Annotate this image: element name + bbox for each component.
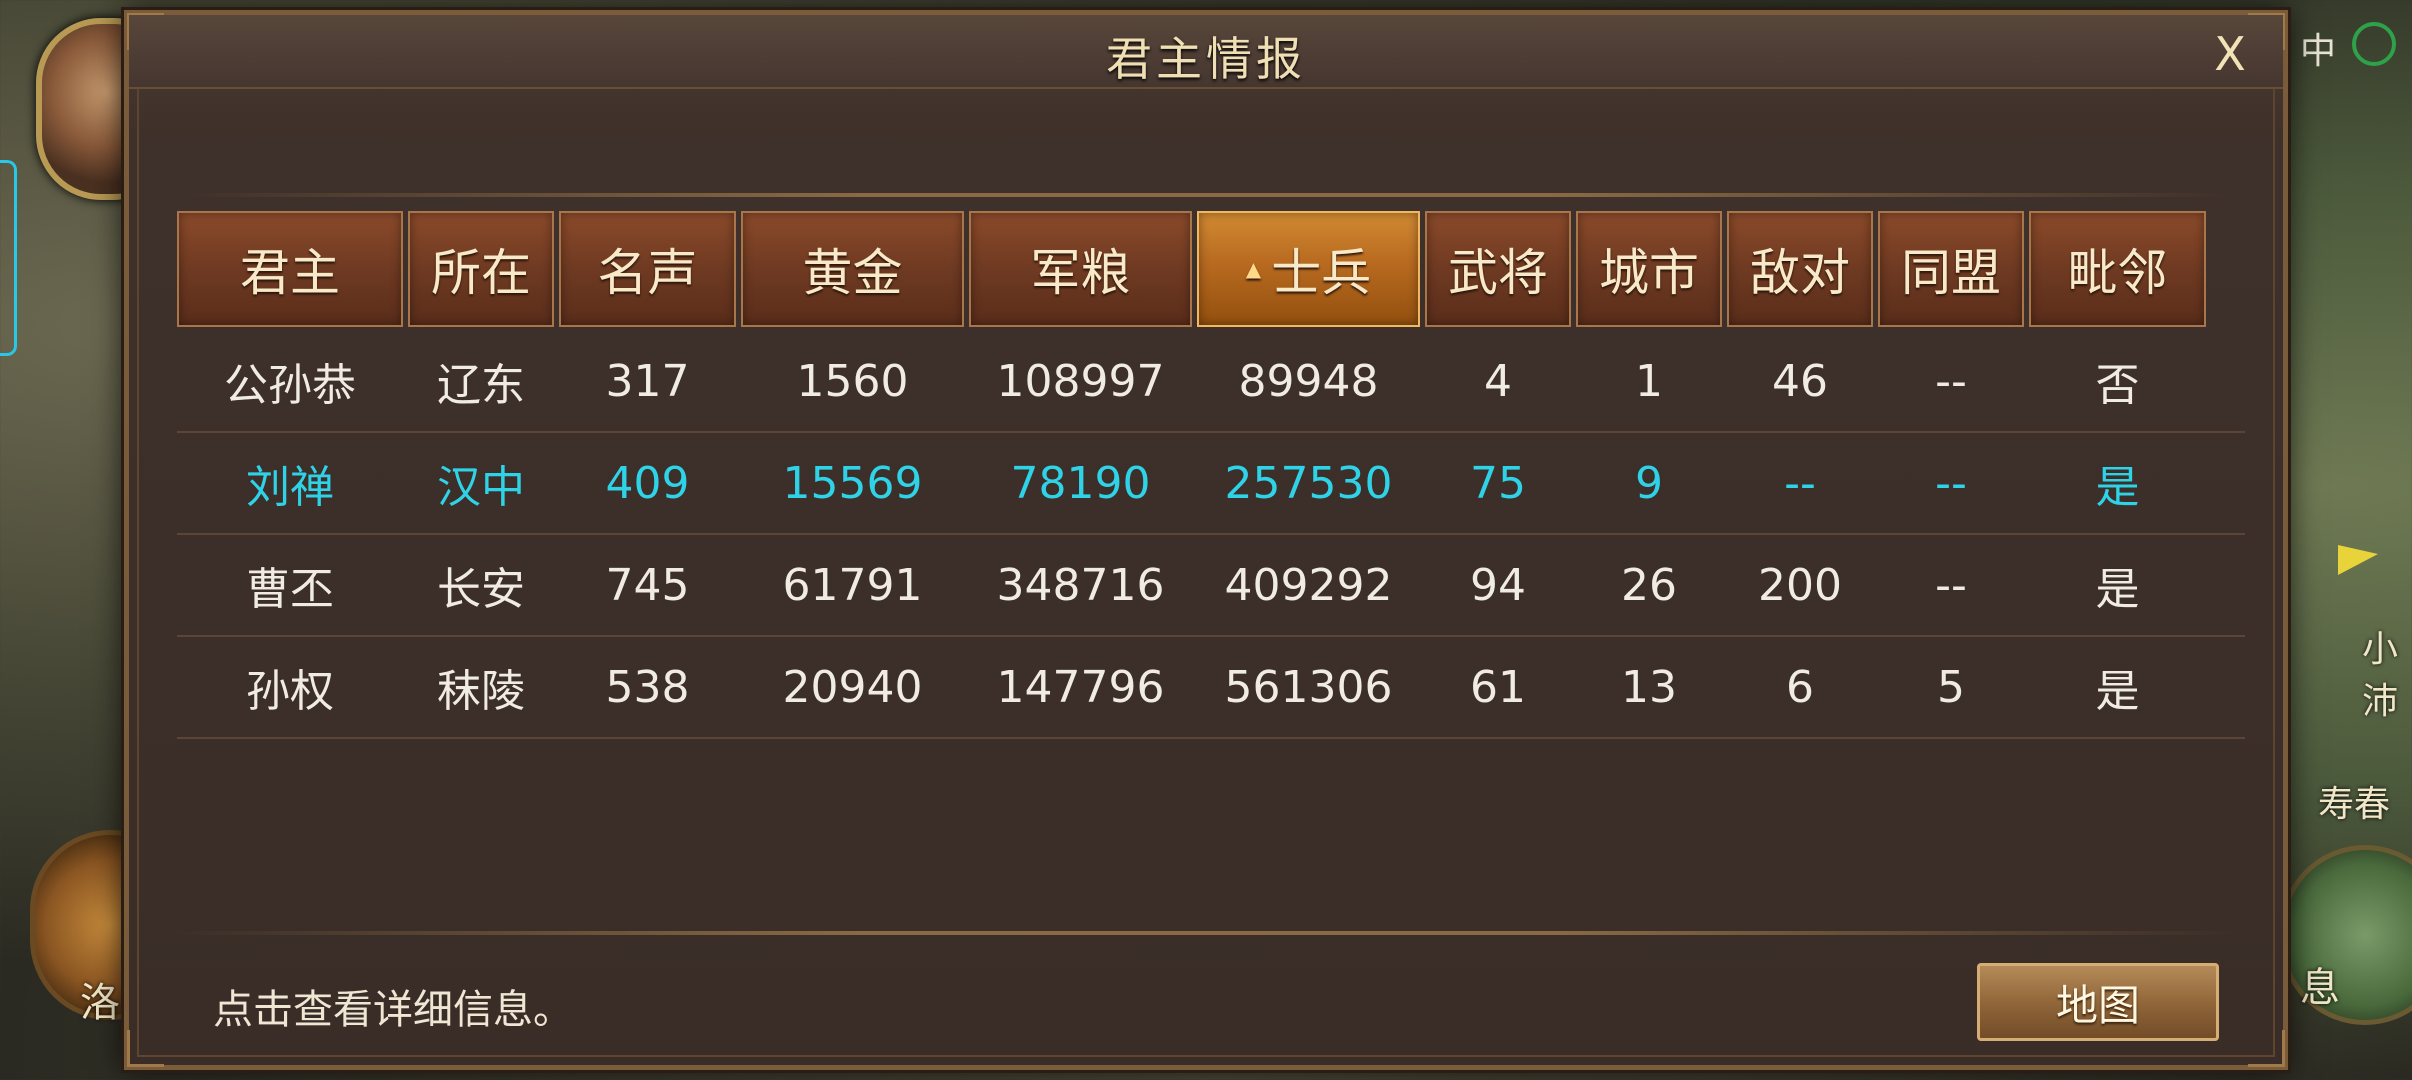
map-label-xiaopei: 小沛 bbox=[2362, 629, 2399, 722]
cell-lord: 曹丕 bbox=[246, 564, 334, 615]
cell-soldiers: 257530 bbox=[1224, 457, 1393, 509]
side-panel-tab[interactable] bbox=[0, 160, 17, 356]
cell-alliance: 5 bbox=[1937, 661, 1965, 713]
column-header-alliance[interactable]: 同盟 bbox=[1878, 211, 2024, 327]
cell-cities: 9 bbox=[1635, 457, 1663, 509]
corner-ornament bbox=[127, 1030, 164, 1067]
cell-lord: 孙权 bbox=[246, 666, 334, 717]
column-header-label: 名声 bbox=[597, 244, 698, 302]
cell-alliance: -- bbox=[1935, 559, 1967, 611]
cell-food: 147796 bbox=[996, 661, 1165, 713]
sort-ascending-icon: ▲ bbox=[1245, 257, 1262, 281]
info-button-label: 息 bbox=[2300, 965, 2340, 1011]
column-header-label: 士兵 bbox=[1271, 244, 1372, 302]
cell-location: 长安 bbox=[437, 564, 525, 615]
close-button[interactable]: X bbox=[2205, 29, 2255, 79]
table-row[interactable]: 孙权 秣陵 538 20940 147796 561306 61 13 6 5 是 bbox=[177, 637, 2245, 739]
table-header: 君主 所在 名声 黄金 军粮 ▲ 士兵 武将 城市 敌对 同盟 毗邻 bbox=[177, 205, 2245, 331]
cell-generals: 94 bbox=[1470, 559, 1526, 611]
cell-soldiers: 89948 bbox=[1238, 355, 1379, 407]
cell-location: 秣陵 bbox=[437, 666, 525, 717]
cell-cities: 26 bbox=[1621, 559, 1677, 611]
map-button[interactable]: 地图 bbox=[1977, 963, 2219, 1041]
column-header-cities[interactable]: 城市 bbox=[1576, 211, 1722, 327]
city-flag-icon bbox=[2338, 545, 2378, 575]
cell-location: 汉中 bbox=[437, 462, 525, 513]
cell-alliance: -- bbox=[1935, 355, 1967, 407]
cell-lord: 公孙恭 bbox=[224, 360, 356, 411]
cell-fame: 538 bbox=[605, 661, 690, 713]
govern-button-label: 洛 bbox=[80, 980, 120, 1026]
cell-food: 78190 bbox=[1010, 457, 1151, 509]
cell-hostile: -- bbox=[1784, 457, 1816, 509]
divider bbox=[173, 193, 2239, 197]
dialog-title: 君主情报 bbox=[1106, 32, 1306, 86]
lord-table: 君主 所在 名声 黄金 军粮 ▲ 士兵 武将 城市 敌对 同盟 毗邻 公孙恭 辽东 317 1560 1089… bbox=[177, 205, 2245, 739]
cell-adjacent: 是 bbox=[2095, 564, 2140, 615]
corner-ornament bbox=[2248, 1030, 2285, 1067]
cell-generals: 61 bbox=[1470, 661, 1526, 713]
cell-cities: 1 bbox=[1635, 355, 1663, 407]
table-row[interactable]: 刘禅 汉中 409 15569 78190 257530 75 9 -- -- 是 bbox=[177, 433, 2245, 535]
cell-adjacent: 否 bbox=[2095, 360, 2140, 411]
cell-food: 348716 bbox=[996, 559, 1165, 611]
column-header-label: 所在 bbox=[431, 244, 531, 302]
column-header-food[interactable]: 军粮 bbox=[969, 211, 1192, 327]
map-label-shouchun: 寿春 bbox=[2318, 784, 2391, 825]
cell-adjacent: 是 bbox=[2095, 462, 2140, 513]
column-header-fame[interactable]: 名声 bbox=[559, 211, 736, 327]
cell-hostile: 46 bbox=[1772, 355, 1828, 407]
cell-generals: 75 bbox=[1470, 457, 1526, 509]
cell-fame: 317 bbox=[605, 355, 690, 407]
signal-icon bbox=[2352, 22, 2396, 66]
cell-food: 108997 bbox=[996, 355, 1165, 407]
cell-fame: 745 bbox=[605, 559, 690, 611]
status-text: 中 bbox=[2300, 31, 2337, 72]
column-header-soldiers[interactable]: ▲ 士兵 bbox=[1197, 211, 1420, 327]
column-header-generals[interactable]: 武将 bbox=[1425, 211, 1571, 327]
cell-location: 辽东 bbox=[437, 360, 525, 411]
lord-info-dialog: 君主情报 X 君主 所在 名声 黄金 军粮 ▲ 士兵 武将 城市 敌对 同盟 毗邻 公孙恭 辽东 317 1… bbox=[124, 10, 2288, 1070]
column-header-label: 军粮 bbox=[1030, 244, 1131, 302]
table-body: 公孙恭 辽东 317 1560 108997 89948 4 1 46 -- 否刘禅 汉中 409 155… bbox=[177, 331, 2245, 739]
column-header-label: 武将 bbox=[1448, 244, 1548, 302]
cell-adjacent: 是 bbox=[2095, 666, 2140, 717]
cell-fame: 409 bbox=[605, 457, 690, 509]
title-bar: 君主情报 X bbox=[129, 15, 2283, 89]
cell-cities: 13 bbox=[1621, 661, 1677, 713]
cell-alliance: -- bbox=[1935, 457, 1967, 509]
cell-hostile: 200 bbox=[1758, 559, 1842, 611]
column-header-location[interactable]: 所在 bbox=[408, 211, 554, 327]
cell-gold: 15569 bbox=[782, 457, 923, 509]
column-header-label: 同盟 bbox=[1901, 244, 2001, 302]
cell-generals: 4 bbox=[1484, 355, 1512, 407]
cell-hostile: 6 bbox=[1786, 661, 1814, 713]
cell-gold: 20940 bbox=[782, 661, 923, 713]
table-row[interactable]: 曹丕 长安 745 61791 348716 409292 94 26 200 -- 是 bbox=[177, 535, 2245, 637]
hint-text: 点击查看详细信息。 bbox=[213, 987, 573, 1033]
column-header-label: 毗邻 bbox=[2067, 244, 2168, 302]
divider bbox=[173, 931, 2239, 935]
column-header-lord[interactable]: 君主 bbox=[177, 211, 403, 327]
cell-gold: 61791 bbox=[782, 559, 923, 611]
column-header-gold[interactable]: 黄金 bbox=[741, 211, 964, 327]
column-header-label: 城市 bbox=[1599, 244, 1699, 302]
table-row[interactable]: 公孙恭 辽东 317 1560 108997 89948 4 1 46 -- 否 bbox=[177, 331, 2245, 433]
column-header-label: 黄金 bbox=[802, 244, 903, 302]
column-header-hostile[interactable]: 敌对 bbox=[1727, 211, 1873, 327]
column-header-adjacent[interactable]: 毗邻 bbox=[2029, 211, 2206, 327]
cell-lord: 刘禅 bbox=[246, 462, 334, 513]
cell-soldiers: 561306 bbox=[1224, 661, 1393, 713]
column-header-label: 君主 bbox=[240, 244, 340, 302]
column-header-label: 敌对 bbox=[1750, 244, 1850, 302]
cell-soldiers: 409292 bbox=[1224, 559, 1393, 611]
cell-gold: 1560 bbox=[796, 355, 909, 407]
